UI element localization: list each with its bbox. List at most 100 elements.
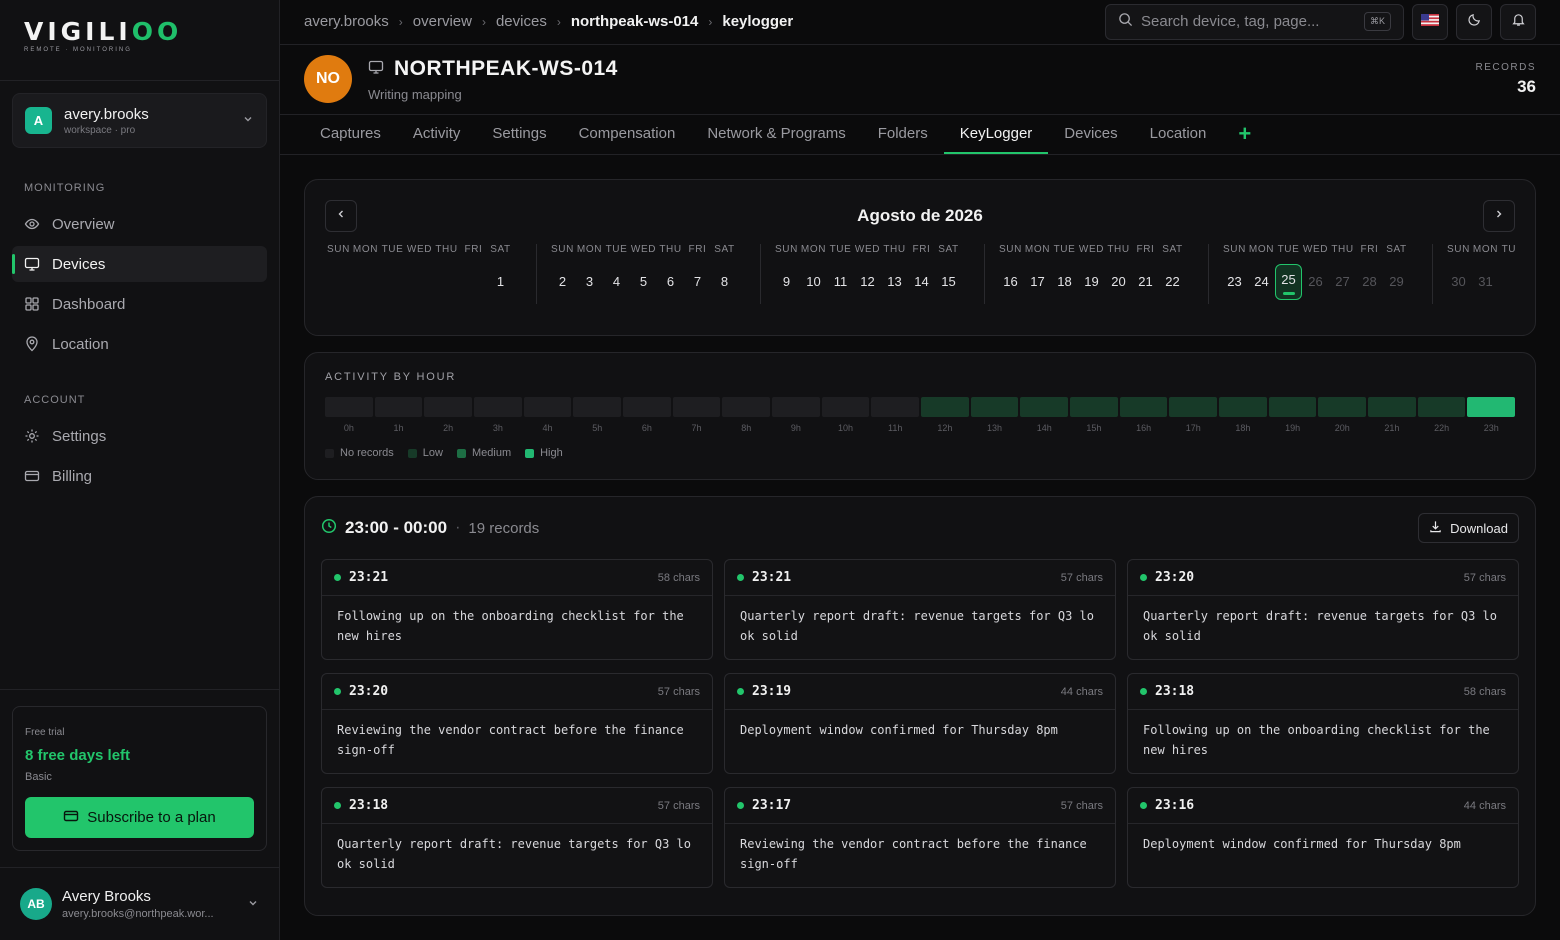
weekday-header-row: SUNMONTUEWEDTHU FRI SAT <box>773 244 976 258</box>
download-button[interactable]: Download <box>1418 513 1519 544</box>
calendar-day[interactable]: 5 <box>630 268 657 295</box>
sidebar-item-billing[interactable]: Billing <box>12 458 267 494</box>
activity-bar-20h[interactable] <box>1318 397 1367 418</box>
keylog-entry[interactable]: 23:21 57 chars Quarterly report draft: rev… <box>724 559 1116 661</box>
tab-devices[interactable]: Devices <box>1048 115 1133 154</box>
breadcrumb-item[interactable]: northpeak-ws-014 <box>571 13 699 30</box>
activity-bar-2h[interactable] <box>424 397 473 418</box>
calendar-day[interactable]: 31 <box>1472 268 1499 295</box>
calendar-day[interactable]: 17 <box>1024 268 1051 295</box>
activity-bar-5h[interactable] <box>573 397 622 418</box>
tab-keylogger[interactable]: KeyLogger <box>943 115 1049 155</box>
calendar-day[interactable]: 19 <box>1078 268 1105 295</box>
calendar-day[interactable]: 30 <box>1445 268 1472 295</box>
sidebar-item-overview[interactable]: Overview <box>12 206 267 242</box>
calendar-day[interactable]: 9 <box>773 268 800 295</box>
calendar-day[interactable]: 28 <box>1356 268 1383 295</box>
sidebar-item-dashboard[interactable]: Dashboard <box>12 286 267 322</box>
calendar-day[interactable]: 29 <box>1383 268 1410 295</box>
tab-location[interactable]: Location <box>1134 115 1223 154</box>
keylog-entry[interactable]: 23:16 44 chars Deployment window confirmed… <box>1127 787 1519 889</box>
activity-bar-3h[interactable] <box>474 397 522 418</box>
next-month-button[interactable] <box>1483 200 1515 233</box>
prev-month-button[interactable] <box>325 200 357 233</box>
activity-bar-9h[interactable] <box>772 397 820 418</box>
add-tab-button[interactable]: + <box>1222 115 1267 154</box>
activity-bar-23h[interactable] <box>1467 397 1516 418</box>
activity-bar-14h[interactable] <box>1020 397 1069 418</box>
subscribe-button[interactable]: Subscribe to a plan <box>25 797 254 838</box>
calendar-day[interactable]: 20 <box>1105 268 1132 295</box>
calendar-day[interactable]: 24 <box>1248 268 1275 295</box>
calendar-day[interactable]: 11 <box>827 268 854 295</box>
calendar-day[interactable]: 16 <box>997 268 1024 295</box>
keylog-entry[interactable]: 23:17 57 chars Reviewing the vendor contra… <box>724 787 1116 889</box>
keylog-entry[interactable]: 23:19 44 chars Deployment window confirmed… <box>724 673 1116 775</box>
calendar-day[interactable]: 14 <box>908 268 935 295</box>
activity-bar-1h[interactable] <box>374 397 423 418</box>
tab-network-programs[interactable]: Network & Programs <box>691 115 861 154</box>
activity-bar-22h[interactable] <box>1417 397 1466 418</box>
activity-bar-16h[interactable] <box>1119 397 1168 418</box>
activity-bar-10h[interactable] <box>821 397 870 418</box>
calendar-day[interactable]: 12 <box>854 268 881 295</box>
activity-bar-0h[interactable] <box>325 397 373 418</box>
sidebar-item-label: Devices <box>52 255 106 273</box>
search-box[interactable]: ⌘K <box>1105 3 1404 40</box>
activity-bar-8h[interactable] <box>722 397 771 418</box>
calendar-day[interactable]: 3 <box>576 268 603 295</box>
tab-settings[interactable]: Settings <box>476 115 562 154</box>
tab-captures[interactable]: Captures <box>304 115 397 154</box>
sidebar-item-location[interactable]: Location <box>12 326 267 362</box>
activity-bar-13h[interactable] <box>970 397 1019 418</box>
calendar-day[interactable]: 22 <box>1159 268 1186 295</box>
sidebar-item-settings[interactable]: Settings <box>12 418 267 454</box>
theme-toggle-button[interactable] <box>1456 3 1492 40</box>
activity-bar-12h[interactable] <box>921 397 969 418</box>
calendar-day[interactable]: 1 <box>487 268 514 295</box>
calendar-day[interactable]: 10 <box>800 268 827 295</box>
calendar-day[interactable]: 2 <box>549 268 576 295</box>
activity-bar-7h[interactable] <box>672 397 721 418</box>
calendar-day[interactable]: 21 <box>1132 268 1159 295</box>
activity-legend: No records Low Medium High <box>325 447 1515 459</box>
user-menu[interactable]: AB Avery Brooks avery.brooks@northpeak.w… <box>0 867 279 940</box>
logo[interactable]: VIGILIOO REMOTE · MONITORING <box>0 0 279 81</box>
notifications-button[interactable] <box>1500 3 1536 40</box>
tab-folders[interactable]: Folders <box>862 115 944 154</box>
tab-compensation[interactable]: Compensation <box>563 115 692 154</box>
activity-bar-6h[interactable] <box>623 397 671 418</box>
calendar-day[interactable]: 27 <box>1329 268 1356 295</box>
language-button[interactable] <box>1412 3 1448 40</box>
activity-bar-18h[interactable] <box>1219 397 1267 418</box>
calendar-day[interactable]: 4 <box>603 268 630 295</box>
keylog-entry[interactable]: 23:18 57 chars Quarterly report draft: rev… <box>321 787 713 889</box>
activity-bar-21h[interactable] <box>1368 397 1416 418</box>
breadcrumb-item[interactable]: devices <box>496 13 547 30</box>
activity-bar-19h[interactable] <box>1268 397 1317 418</box>
breadcrumb-item[interactable]: overview <box>413 13 472 30</box>
search-input[interactable] <box>1141 13 1356 31</box>
sidebar-item-devices[interactable]: Devices <box>12 246 267 282</box>
entry-text: Following up on the onboarding checklist… <box>1143 723 1490 758</box>
calendar-day[interactable]: 23 <box>1221 268 1248 295</box>
calendar-day[interactable]: 8 <box>711 268 738 295</box>
keylog-entry[interactable]: 23:20 57 chars Quarterly report draft: rev… <box>1127 559 1519 661</box>
calendar-day-selected[interactable]: 25 <box>1275 264 1302 301</box>
calendar-day[interactable]: 26 <box>1302 268 1329 295</box>
workspace-switcher[interactable]: A avery.brooks workspace · pro <box>12 93 267 148</box>
calendar-day[interactable]: 7 <box>684 268 711 295</box>
calendar-day[interactable]: 6 <box>657 268 684 295</box>
activity-bar-11h[interactable] <box>871 397 920 418</box>
calendar-day[interactable]: 18 <box>1051 268 1078 295</box>
tab-activity[interactable]: Activity <box>397 115 477 154</box>
keylog-entry[interactable]: 23:21 58 chars Following up on the onboard… <box>321 559 713 661</box>
activity-bar-17h[interactable] <box>1169 397 1218 418</box>
calendar-day[interactable]: 13 <box>881 268 908 295</box>
keylog-entry[interactable]: 23:20 57 chars Reviewing the vendor contra… <box>321 673 713 775</box>
activity-bar-4h[interactable] <box>523 397 572 418</box>
calendar-day[interactable]: 15 <box>935 268 962 295</box>
keylog-entry[interactable]: 23:18 58 chars Following up on the onboard… <box>1127 673 1519 775</box>
activity-bar-15h[interactable] <box>1070 397 1118 418</box>
breadcrumb-item[interactable]: avery.brooks <box>304 13 389 30</box>
